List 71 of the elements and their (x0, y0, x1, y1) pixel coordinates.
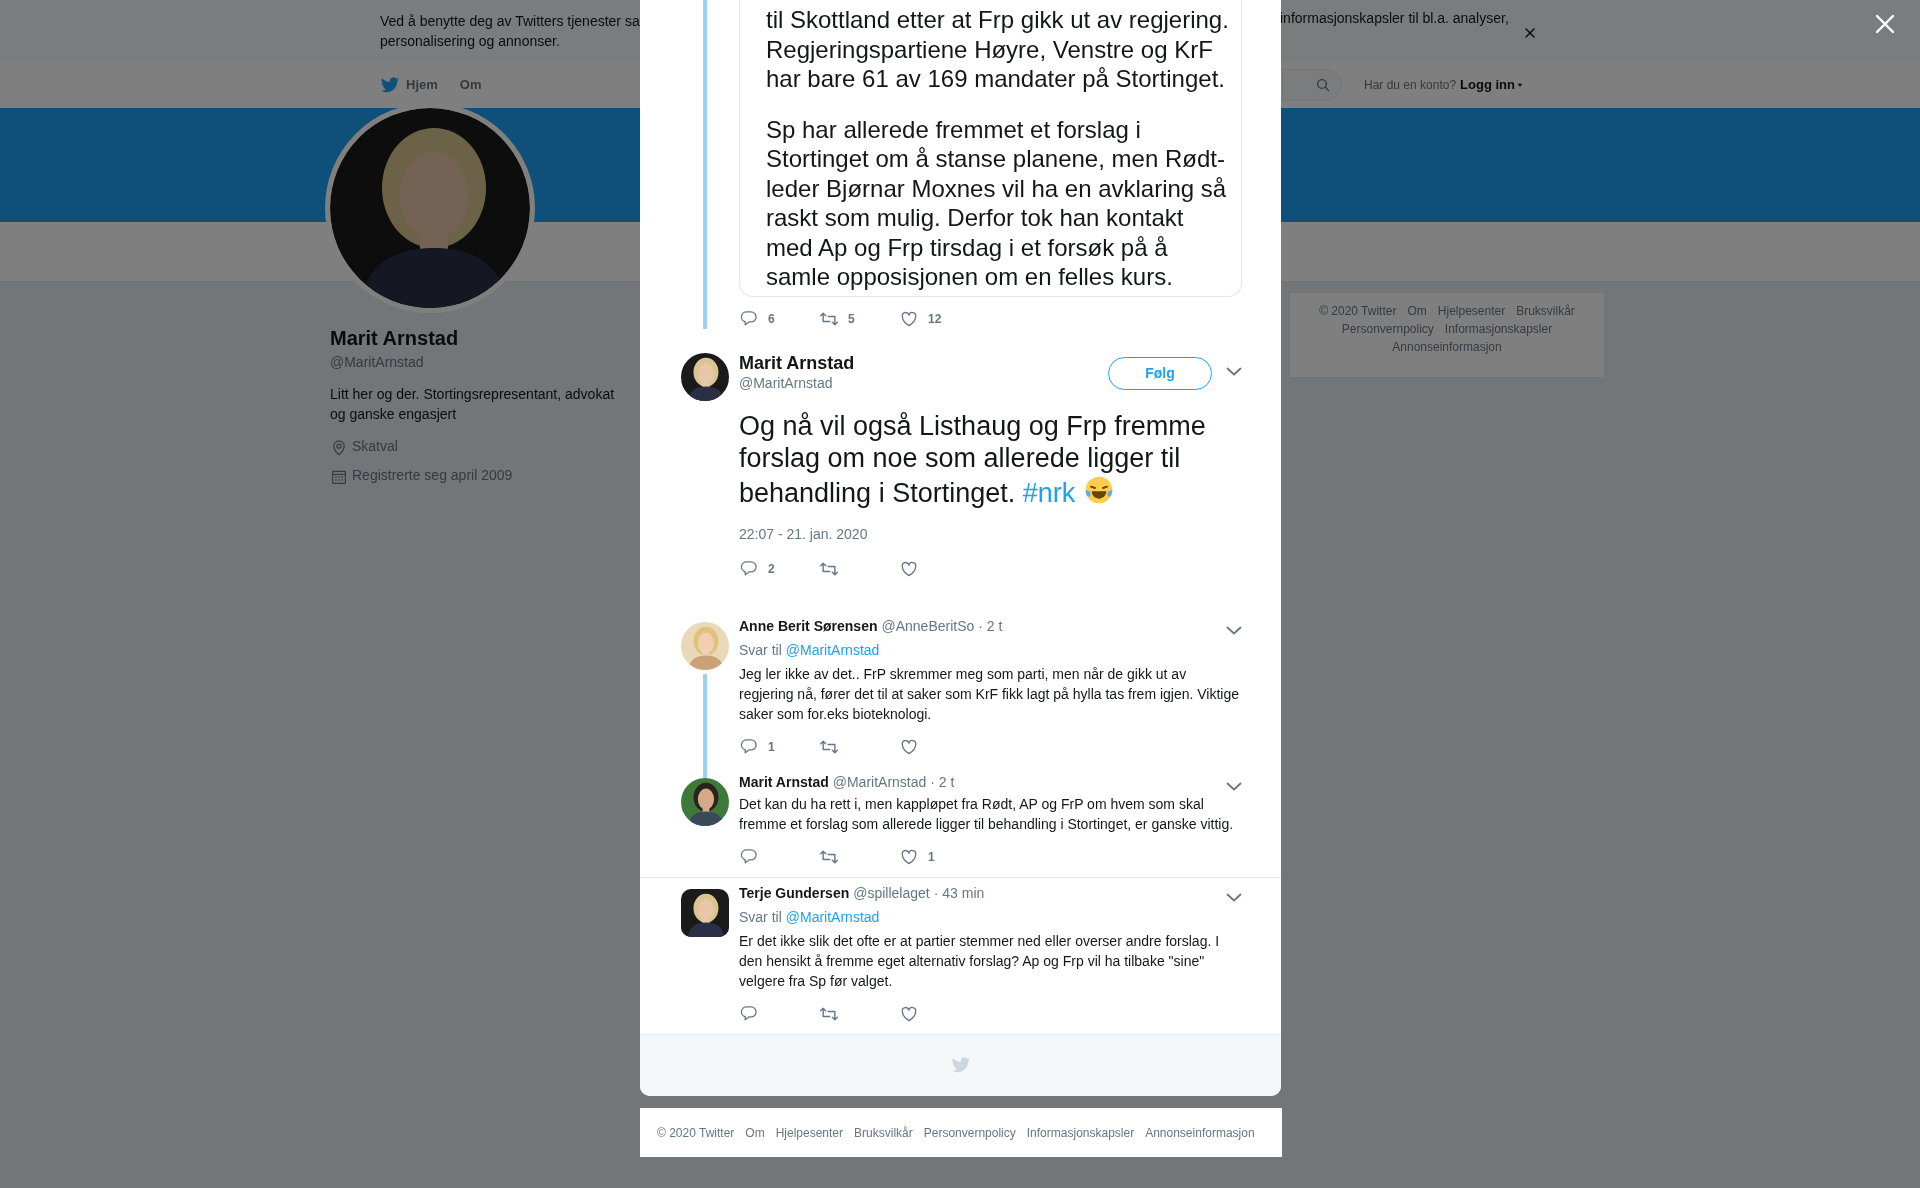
footer-link[interactable]: © 2020 Twitter (1319, 302, 1397, 320)
mention-link[interactable]: @MaritArnstad (785, 639, 880, 660)
reply-button[interactable]: 6 (739, 308, 819, 329)
author-name: Terje Gundersen (739, 884, 850, 903)
card-text: Sp har allerede fremmet et forslag i Stortinget om å stanse planene, men Rødt- leder Bjørnar Moxnes vil ha en avklaring så raskt som mulig. Derfor tok han kontakt med Ap og Frp tirsdag i et forsøk på å samle opposisjonen om en felles kurs. (766, 114, 1228, 292)
profile-handle: @MaritArnstad (330, 353, 425, 372)
cookie-notice-text: Ved å benytte deg av Twitters tjenester sa (380, 12, 640, 31)
like-button[interactable]: 1 (899, 846, 979, 867)
nav-link[interactable]: Hjem (380, 75, 438, 95)
profile-name: Marit Arnstad (330, 326, 460, 350)
footer-link[interactable]: Bruksvilkår (1516, 302, 1575, 320)
reply-button[interactable]: 2 (739, 558, 819, 579)
search-icon (1315, 77, 1331, 93)
mention-link[interactable]: @MaritArnstad (785, 906, 880, 927)
close-icon (1522, 25, 1538, 41)
author-handle: @AnneBeritSo (881, 617, 975, 636)
like-button[interactable]: 12 (899, 308, 979, 329)
reply-to-label: Svar til (739, 907, 782, 927)
footer-link[interactable]: Hjelpesenter (1437, 302, 1506, 320)
cookie-notice-text: personalisering og annonser. (380, 32, 560, 51)
footer-link[interactable]: Informasjonskapsler (1026, 1123, 1135, 1142)
tweet-timestamp: 22:07 - 21. jan. 2020 (739, 524, 869, 544)
close-button[interactable] (1522, 25, 1538, 41)
more-button[interactable] (1226, 893, 1242, 902)
reply-text: Er det ikke slik det ofte er at partier stemmer ned eller overser andre forslag. I den hensikt å fremme eget alternativ forslag? Ap og Frp vil ha tilbake "sine" velgere fra Sp før valget. (739, 931, 1221, 991)
author-name: Marit Arnstad (739, 352, 856, 373)
profile-bio: Litt her og der. Stortingsrepresentant, advokat og ganske engasjert (330, 385, 616, 424)
profile-join-date: Registrerte seg april 2009 (352, 466, 513, 485)
author-handle: @MaritArnstad (739, 373, 834, 393)
retweet-button[interactable]: 5 (819, 308, 899, 329)
author-name: Anne Berit Sørensen (739, 617, 878, 636)
footer-link[interactable]: Om (745, 1123, 765, 1142)
footer-link[interactable]: Bruksvilkår (854, 1123, 913, 1142)
chevron-down-icon (1226, 366, 1242, 376)
hashtag-link[interactable]: #nrk (1022, 477, 1076, 508)
search-field[interactable] (1282, 69, 1342, 101)
footer-link[interactable]: Personvernpolicy (923, 1123, 1016, 1142)
footer-link[interactable]: © 2020 Twitter (657, 1123, 735, 1142)
profile-location: Skatval (352, 437, 398, 456)
bird-icon (380, 75, 400, 95)
reply-text: Det kan du ha rett i, men kappløpet fra Rødt, AP og FrP om hvem som skal fremme et forslag som allerede ligger til behandling i Stortinget, er ganske vittig. (739, 794, 1235, 834)
reply-text: Jeg ler ikke av det.. FrP skremmer meg som parti, men når de gikk ut av regjering nå, fører det til at saker som KrF fikk lagt på hylla tas frem igjen. Viktige saker som for.eks bioteknologi. (739, 664, 1241, 724)
card-text: til Skottland etter at Frp gikk ut av regjering. Regjeringspartiene Høyre, Venstre og KrF har bare 61 av 169 mandater på Stortinget. (766, 5, 1230, 94)
footer-link[interactable]: Hjelpesenter (775, 1123, 844, 1142)
close-icon[interactable] (1875, 14, 1895, 34)
reply-to-label: Svar til (739, 640, 782, 660)
author-name: Marit Arnstad (739, 773, 829, 792)
chevron-down-icon (1226, 626, 1242, 635)
footer-link[interactable]: Personvernpolicy (1341, 320, 1434, 338)
cookie-notice-text: informasjonskapsler til bl.a. analyser, (1280, 9, 1510, 28)
footer-link[interactable]: Annonseinformasjon (1145, 1123, 1255, 1142)
tweet-time: · 2 t (978, 617, 1003, 636)
login-button[interactable]: Logg inn (1460, 75, 1525, 95)
nav-link[interactable]: Om (459, 75, 482, 95)
author-handle: @spillelaget (853, 884, 930, 903)
author-handle: @MaritArnstad (832, 773, 927, 792)
tweet-text: Og nå vil også Listhaug og Frp fremme forslag om noe som allerede ligger til behandling i Stortinget. #nrk (739, 409, 1207, 509)
reply-button[interactable]: 1 (739, 736, 819, 757)
account-prompt: Har du en konto? (1364, 77, 1457, 94)
more-button[interactable] (1226, 782, 1242, 791)
chevron-down-icon (1226, 782, 1242, 791)
tweet-time: · 43 min (933, 884, 985, 903)
chevron-down-icon (1226, 893, 1242, 902)
footer-link[interactable]: Informasjonskapsler (1444, 320, 1553, 338)
tweet-time: · 2 t (930, 773, 955, 792)
calendar-icon (330, 468, 348, 486)
location-pin-icon (330, 439, 348, 457)
footer-link[interactable]: Annonseinformasjon (1392, 338, 1502, 356)
more-button[interactable] (1226, 366, 1242, 376)
footer-link[interactable]: Om (1407, 302, 1427, 320)
more-button[interactable] (1226, 626, 1242, 635)
